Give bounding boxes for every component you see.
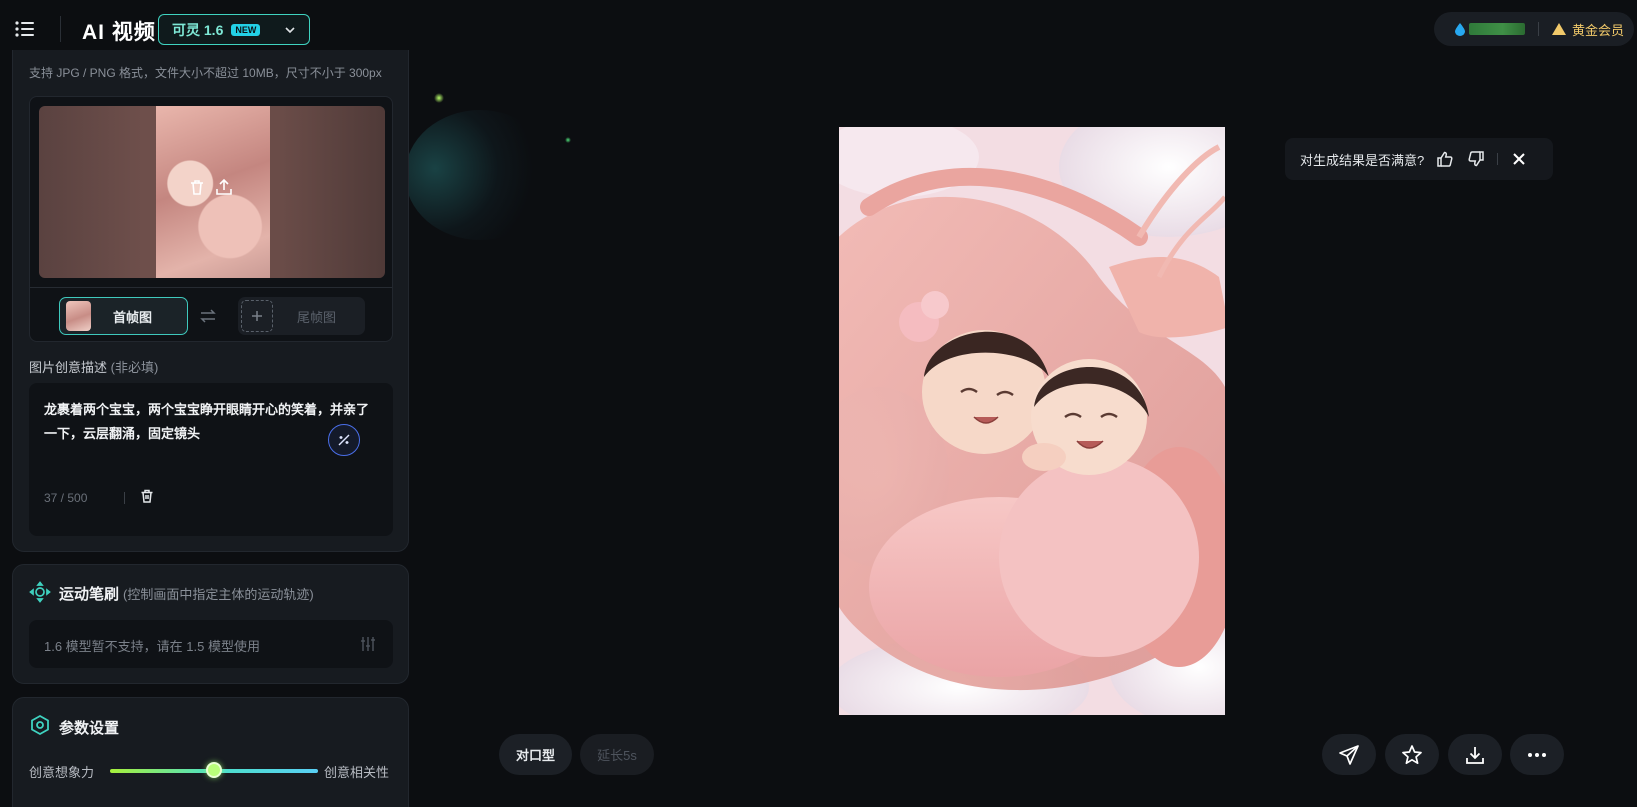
header-divider (60, 16, 61, 42)
image-upload-card: 支持 JPG / PNG 格式，文件大小不超过 10MB，尺寸不小于 300px… (12, 50, 409, 552)
account-separator (1538, 22, 1539, 36)
imagination-label: 创意想象力 (29, 765, 95, 780)
first-frame-label: 首帧图 (113, 309, 153, 325)
image-preview[interactable] (39, 106, 385, 278)
feedback-separator (1497, 153, 1499, 165)
description-title-text: 图片创意描述 (29, 360, 108, 375)
membership-label: 黄金会员 (1572, 22, 1625, 38)
model-selector[interactable]: 可灵 1.6 NEW (158, 14, 310, 45)
more-icon[interactable] (1510, 734, 1564, 775)
feedback-question: 对生成结果是否满意? (1300, 152, 1425, 168)
motion-brush-note: 1.6 模型暂不支持，请在 1.5 模型使用 (44, 639, 260, 654)
relevance-label: 创意相关性 (324, 765, 390, 780)
upload-hint: 支持 JPG / PNG 格式，文件大小不超过 10MB，尺寸不小于 300px (29, 66, 382, 80)
thumbs-down-icon[interactable] (1466, 149, 1486, 169)
char-count: 37 / 500 (44, 491, 88, 505)
first-frame-tab[interactable]: 首帧图 (59, 297, 188, 335)
app-title: AI 视频 (82, 21, 156, 44)
star-icon[interactable] (1385, 734, 1439, 775)
image-frame: 首帧图 尾帧图 (29, 96, 393, 342)
download-icon[interactable] (1448, 734, 1502, 775)
params-card: 参数设置 创意想象力 创意相关性 (12, 697, 409, 807)
chevron-down-icon (283, 23, 297, 42)
credit-balance-bar (1469, 23, 1525, 35)
decorative-sparkle (565, 137, 571, 143)
sliders-icon (359, 635, 377, 653)
crown-icon (1551, 22, 1567, 36)
upload-icon[interactable] (213, 176, 235, 198)
send-icon[interactable] (1322, 734, 1376, 775)
generated-image[interactable] (839, 127, 1225, 715)
decorative-glow (405, 110, 555, 240)
decorative-sparkle (434, 93, 444, 103)
first-frame-thumbnail (66, 301, 91, 331)
lip-sync-button[interactable]: 对口型 (499, 734, 572, 775)
motion-brush-subtitle: (控制画面中指定主体的运动轨迹) (123, 587, 314, 602)
description-textarea[interactable]: 龙裹着两个宝宝，两个宝宝睁开眼睛开心的笑着，并亲了一下，云层翻涌，固定镜头 37… (29, 383, 393, 536)
close-icon[interactable] (1509, 149, 1529, 169)
last-frame-tab[interactable]: 尾帧图 (238, 297, 365, 335)
feedback-bar: 对生成结果是否满意? (1285, 138, 1553, 180)
settings-hex-icon (29, 714, 51, 736)
trash-icon[interactable] (186, 176, 208, 198)
menu-icon[interactable] (14, 18, 36, 40)
drop-icon (1454, 22, 1466, 36)
params-title: 参数设置 (59, 720, 120, 737)
trash-icon[interactable] (139, 488, 155, 504)
last-frame-label: 尾帧图 (297, 309, 337, 325)
wand-icon[interactable] (328, 424, 360, 456)
extend-button[interactable]: 延长5s (580, 734, 654, 775)
description-title: 图片创意描述 (非必填) (29, 357, 158, 376)
motion-brush-icon (29, 581, 51, 603)
new-badge: NEW (231, 23, 261, 36)
creativity-slider-thumb[interactable] (206, 762, 222, 778)
description-text[interactable]: 龙裹着两个宝宝，两个宝宝睁开眼睛开心的笑着，并亲了一下，云层翻涌，固定镜头 (44, 398, 374, 446)
swap-icon[interactable] (198, 306, 218, 326)
account-pill[interactable]: 黄金会员 (1434, 12, 1634, 46)
model-label: 可灵 1.6 (172, 21, 224, 38)
count-separator (124, 492, 125, 504)
description-optional: (非必填) (110, 360, 159, 375)
motion-brush-title: 运动笔刷 (控制画面中指定主体的运动轨迹) (59, 583, 314, 604)
motion-brush-box: 1.6 模型暂不支持，请在 1.5 模型使用 (29, 620, 393, 668)
thumbs-up-icon[interactable] (1435, 149, 1455, 169)
frame-divider (30, 287, 392, 288)
motion-brush-title-text: 运动笔刷 (59, 586, 120, 603)
motion-brush-card: 运动笔刷 (控制画面中指定主体的运动轨迹) 1.6 模型暂不支持，请在 1.5 模… (12, 564, 409, 684)
plus-icon (241, 300, 273, 332)
